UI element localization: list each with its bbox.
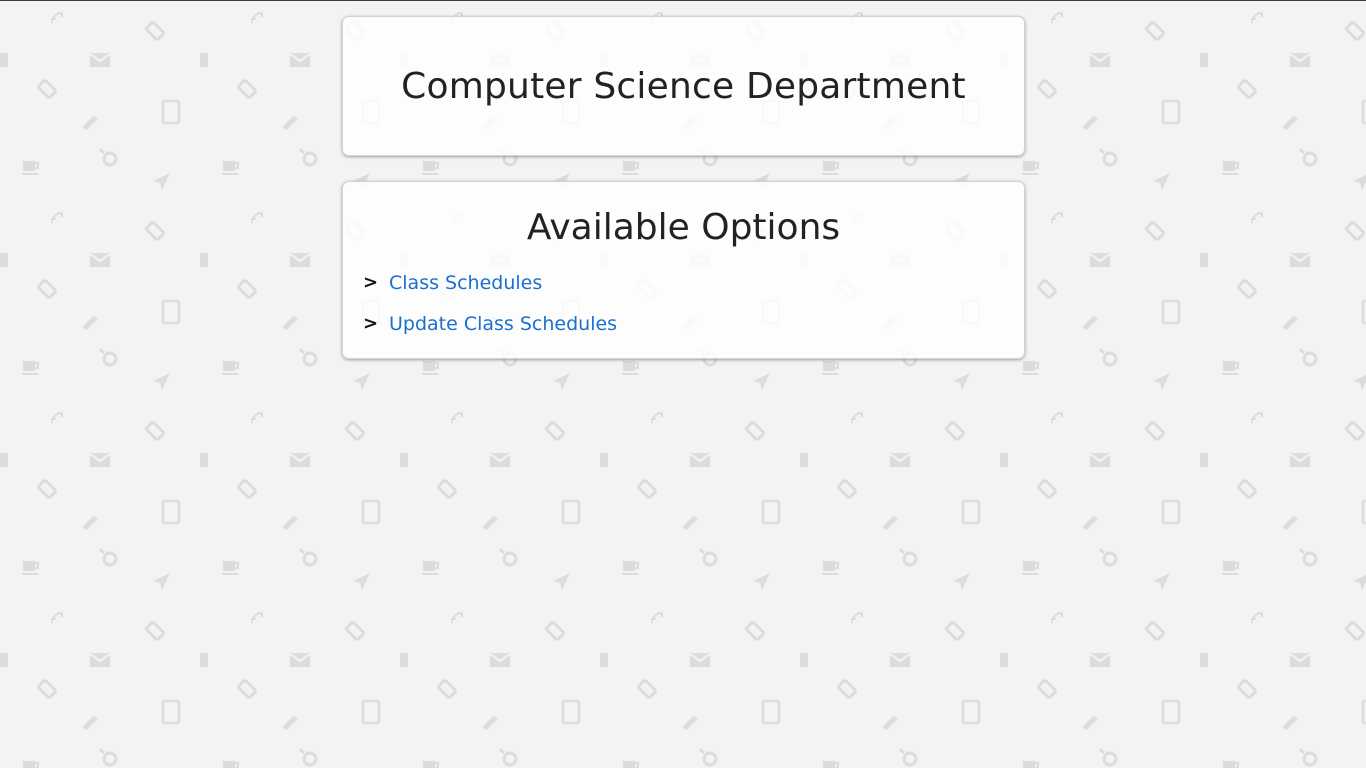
options-list: > Class Schedules > Update Class Schedul…	[363, 262, 1004, 344]
page-title: Computer Science Department	[401, 65, 966, 107]
chevron-right-icon: >	[363, 313, 379, 334]
update-class-schedules-link[interactable]: Update Class Schedules	[389, 313, 617, 335]
list-item: > Class Schedules	[363, 262, 1004, 303]
class-schedules-link[interactable]: Class Schedules	[389, 272, 542, 294]
chevron-right-icon: >	[363, 272, 379, 293]
header-card: Computer Science Department	[342, 16, 1025, 156]
options-card: Available Options > Class Schedules > Up…	[342, 181, 1025, 359]
list-item: > Update Class Schedules	[363, 303, 1004, 344]
options-title: Available Options	[526, 207, 841, 248]
